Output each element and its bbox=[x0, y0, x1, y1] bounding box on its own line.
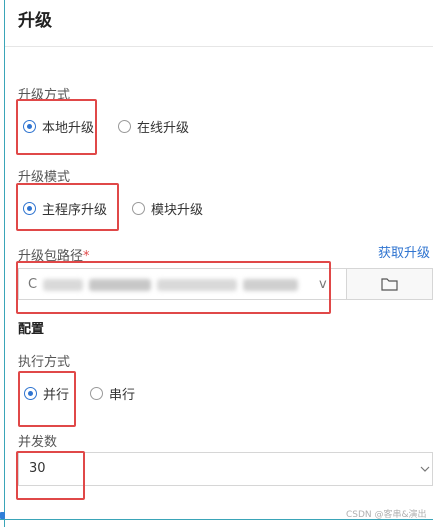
blurred-path-segment bbox=[157, 279, 237, 291]
radio-unchecked-icon bbox=[90, 387, 103, 400]
radio-unchecked-icon bbox=[132, 202, 145, 215]
fetch-upgrade-link[interactable]: 获取升级 bbox=[378, 242, 430, 261]
radio-online-upgrade[interactable]: 在线升级 bbox=[118, 117, 189, 136]
radio-checked-icon bbox=[23, 120, 36, 133]
radio-parallel[interactable]: 并行 bbox=[24, 384, 69, 403]
radio-main-program-upgrade[interactable]: 主程序升级 bbox=[23, 199, 107, 218]
radio-label: 串行 bbox=[109, 388, 136, 403]
config-section-title: 配置 bbox=[18, 322, 45, 337]
upgrade-method-label: 升级方式 bbox=[18, 88, 71, 103]
browse-folder-button[interactable] bbox=[346, 268, 433, 300]
blurred-path-segment bbox=[43, 279, 83, 291]
dialog-title: 升级 bbox=[18, 11, 52, 31]
radio-module-upgrade[interactable]: 模块升级 bbox=[132, 199, 203, 218]
package-path-label: 升级包路径* bbox=[18, 249, 90, 264]
radio-unchecked-icon bbox=[118, 120, 131, 133]
folder-icon bbox=[381, 278, 398, 291]
radio-label: 本地升级 bbox=[42, 121, 95, 136]
radio-label: 在线升级 bbox=[137, 121, 190, 136]
radio-checked-icon bbox=[24, 387, 37, 400]
resize-handle[interactable] bbox=[0, 512, 5, 519]
chevron-down-icon bbox=[420, 466, 430, 472]
package-path-input[interactable]: C v bbox=[18, 268, 346, 300]
header-divider bbox=[5, 46, 433, 47]
upgrade-mode-label: 升级模式 bbox=[18, 170, 71, 185]
concurrency-value: 30 bbox=[29, 461, 46, 476]
radio-checked-icon bbox=[23, 202, 36, 215]
exec-mode-label: 执行方式 bbox=[18, 355, 71, 370]
path-text-start: C bbox=[28, 277, 38, 292]
radio-label: 并行 bbox=[43, 388, 70, 403]
blurred-path-segment bbox=[89, 279, 151, 291]
radio-serial[interactable]: 串行 bbox=[90, 384, 135, 403]
concurrency-select[interactable]: 30 bbox=[18, 452, 433, 486]
radio-local-upgrade[interactable]: 本地升级 bbox=[23, 117, 94, 136]
radio-label: 主程序升级 bbox=[42, 203, 108, 218]
radio-label: 模块升级 bbox=[151, 203, 204, 218]
path-text-end: v bbox=[319, 277, 327, 292]
watermark: CSDN @客串&演出 bbox=[346, 510, 427, 520]
blurred-path-segment bbox=[243, 279, 298, 291]
frame-left-border bbox=[4, 0, 5, 527]
concurrency-label: 并发数 bbox=[18, 435, 58, 450]
